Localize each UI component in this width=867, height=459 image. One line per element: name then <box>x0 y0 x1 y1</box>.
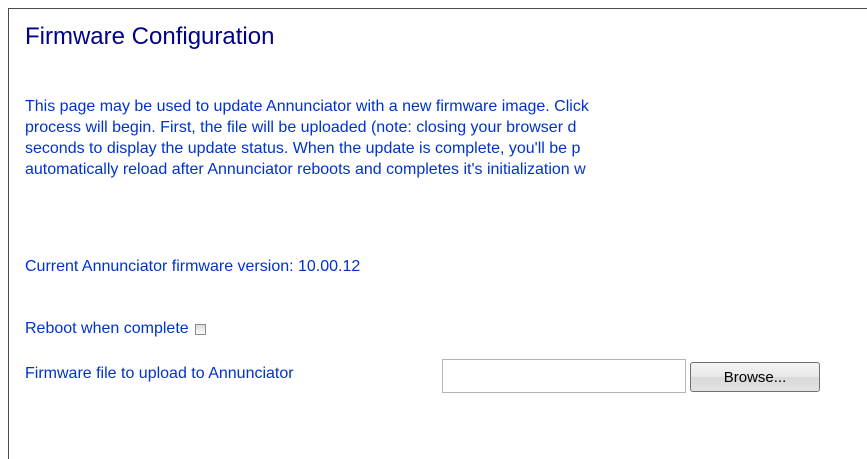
page-frame: Firmware Configuration This page may be … <box>8 8 867 459</box>
reboot-checkbox[interactable] <box>194 323 206 335</box>
description-line-2: process will begin. First, the file will… <box>25 119 577 136</box>
description-line-4: automatically reload after Annunciator r… <box>25 161 586 178</box>
firmware-file-label: Firmware file to upload to Annunciator <box>25 365 294 382</box>
reboot-option: Reboot when complete <box>25 320 206 338</box>
firmware-version-text: Current Annunciator firmware version: 10… <box>25 258 361 275</box>
page-title: Firmware Configuration <box>25 23 275 50</box>
description-line-1: This page may be used to update Annuncia… <box>25 98 589 115</box>
firmware-file-input[interactable] <box>442 359 686 393</box>
browse-button[interactable]: Browse... <box>690 362 820 392</box>
description-line-3: seconds to display the update status. Wh… <box>25 140 581 157</box>
reboot-label: Reboot when complete <box>25 320 189 337</box>
